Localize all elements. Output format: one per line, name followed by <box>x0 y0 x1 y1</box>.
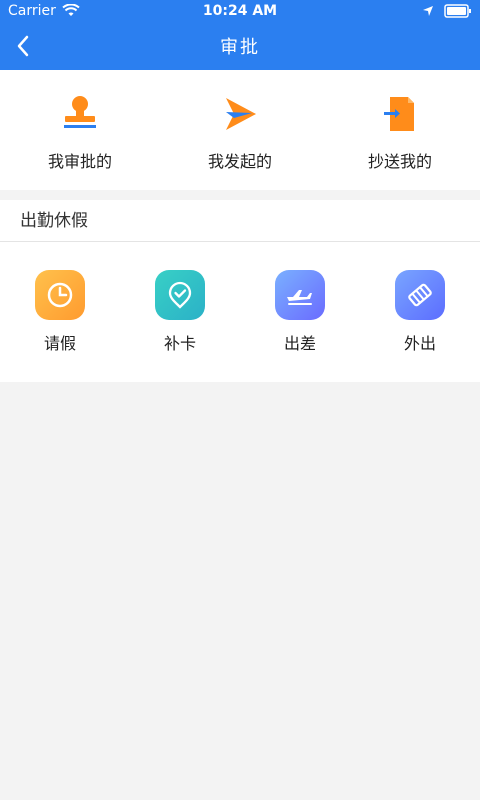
outing-icon <box>395 270 445 320</box>
outing-label: 外出 <box>403 334 436 353</box>
business-trip-item[interactable]: 出差 <box>250 270 350 354</box>
approval-shortcuts: 我审批的 我发起的 抄送我的 <box>0 70 480 190</box>
back-arrow-icon[interactable] <box>10 32 38 60</box>
location-check-icon <box>155 270 205 320</box>
page-title: 审批 <box>220 37 260 58</box>
app-header: Carrier 10:24 AM 审批 <box>0 0 480 70</box>
cc-to-me-label: 抄送我的 <box>367 152 432 171</box>
cc-to-me-item[interactable]: 抄送我的 <box>330 94 470 172</box>
navigation-bar: 审批 <box>0 22 480 70</box>
my-initiated-item[interactable]: 我发起的 <box>170 94 310 172</box>
attendance-grid: 请假 补卡 出差 外出 <box>0 242 480 382</box>
leave-item[interactable]: 请假 <box>10 270 110 354</box>
clock-in-fix-label: 补卡 <box>163 334 196 353</box>
status-bar: Carrier 10:24 AM <box>0 0 480 22</box>
my-initiated-label: 我发起的 <box>207 152 272 171</box>
clock-in-fix-item[interactable]: 补卡 <box>130 270 230 354</box>
my-approvals-label: 我审批的 <box>47 152 112 171</box>
send-icon <box>226 98 256 130</box>
outing-item[interactable]: 外出 <box>370 270 470 354</box>
status-time: 10:24 AM <box>202 3 278 19</box>
business-trip-label: 出差 <box>283 334 316 353</box>
my-approvals-item[interactable]: 我审批的 <box>10 94 150 172</box>
leave-label: 请假 <box>43 334 76 353</box>
stamp-icon <box>64 96 96 128</box>
clock-icon <box>35 270 85 320</box>
cc-document-icon <box>384 97 414 131</box>
attendance-section: 出勤休假 请假 补卡 出差 外出 <box>0 200 480 382</box>
section-gap <box>0 190 480 200</box>
airplane-icon <box>275 270 325 320</box>
section-title: 出勤休假 <box>0 200 480 242</box>
